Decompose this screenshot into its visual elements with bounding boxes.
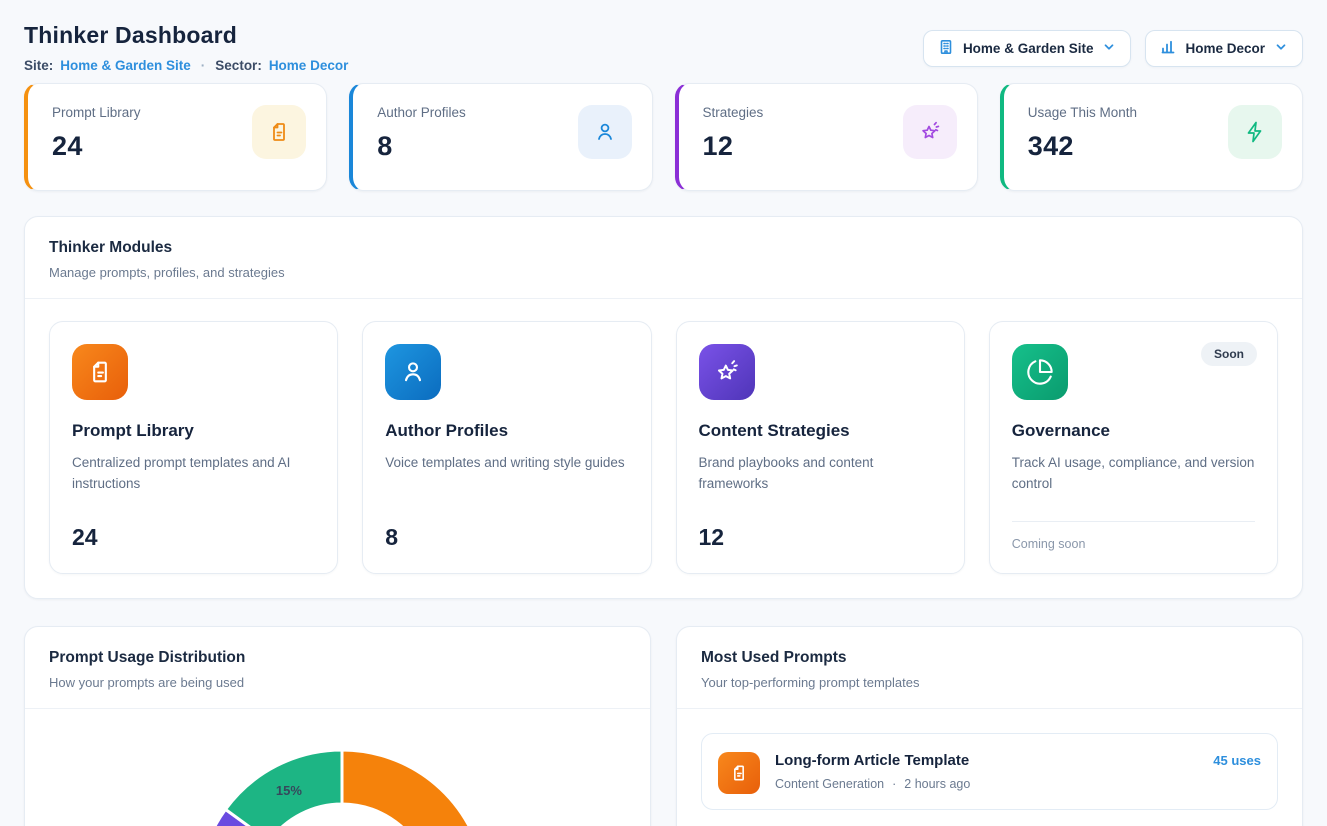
stat-value: 342 (1028, 131, 1137, 162)
module-card-governance[interactable]: Soon Governance Track AI usage, complian… (989, 321, 1278, 574)
header-actions: Home & Garden Site Home Decor (923, 30, 1303, 67)
donut-segment-1 (342, 750, 486, 826)
prompt-uses-badge: 45 uses (1213, 753, 1261, 768)
document-icon (718, 752, 760, 794)
usage-donut-chart: 45%25%15%15% (49, 709, 632, 826)
chevron-down-icon (1274, 40, 1288, 57)
stat-label: Author Profiles (377, 105, 466, 120)
stat-cards-row: Prompt Library 24 Author Profiles 8 (24, 83, 1303, 191)
module-title: Governance (1012, 421, 1255, 441)
document-icon (72, 344, 128, 400)
site-link[interactable]: Home & Garden Site (60, 58, 191, 73)
module-description: Track AI usage, compliance, and version … (1012, 453, 1255, 495)
prompt-category: Content Generation (775, 777, 884, 791)
chevron-down-icon (1102, 40, 1116, 57)
prompt-meta: Content Generation · 2 hours ago (775, 777, 1198, 791)
donut-segment-label: 15% (276, 783, 302, 798)
module-title: Content Strategies (699, 421, 942, 441)
modules-title: Thinker Modules (49, 239, 1278, 257)
module-title: Author Profiles (385, 421, 628, 441)
document-icon (252, 105, 306, 159)
thinker-modules-panel: Thinker Modules Manage prompts, profiles… (24, 216, 1303, 599)
stat-label: Prompt Library (52, 105, 141, 120)
stat-card-strategies: Strategies 12 (675, 83, 978, 191)
star-sparkle-icon (699, 344, 755, 400)
user-icon (385, 344, 441, 400)
prompt-time: 2 hours ago (904, 777, 970, 791)
module-description: Brand playbooks and content frameworks (699, 453, 942, 495)
sector-link[interactable]: Home Decor (269, 58, 349, 73)
module-card-content-strategies[interactable]: Content Strategies Brand playbooks and c… (676, 321, 965, 574)
star-sparkle-icon (903, 105, 957, 159)
usage-chart-subtitle: How your prompts are being used (49, 675, 626, 690)
usage-chart-header: Prompt Usage Distribution How your promp… (25, 627, 650, 708)
top-bar: Thinker Dashboard Site: Home & Garden Si… (24, 22, 1303, 73)
sector-selector-dropdown[interactable]: Home Decor (1145, 30, 1303, 67)
modules-subtitle: Manage prompts, profiles, and strategies (49, 265, 1278, 280)
module-card-prompt-library[interactable]: Prompt Library Centralized prompt templa… (49, 321, 338, 574)
stat-value: 8 (377, 131, 466, 162)
meta-separator: · (198, 58, 209, 73)
prompt-title: Long-form Article Template (775, 752, 1198, 769)
prompt-usage-panel: Prompt Usage Distribution How your promp… (24, 626, 651, 826)
prompt-list-item[interactable]: Long-form Article Template Content Gener… (701, 733, 1278, 810)
most-used-subtitle: Your top-performing prompt templates (701, 675, 1278, 690)
soon-badge: Soon (1201, 342, 1257, 366)
usage-chart-area: 45%25%15%15% (25, 709, 650, 826)
stat-value: 12 (703, 131, 764, 162)
module-description: Voice templates and writing style guides (385, 453, 628, 474)
stat-label: Strategies (703, 105, 764, 120)
bar-chart-icon (1160, 39, 1176, 58)
dashboard-page: Thinker Dashboard Site: Home & Garden Si… (0, 0, 1327, 826)
site-selector-dropdown[interactable]: Home & Garden Site (923, 30, 1132, 67)
header-left: Thinker Dashboard Site: Home & Garden Si… (24, 22, 348, 73)
building-icon (938, 39, 954, 58)
meta-separator: · (892, 777, 896, 791)
site-label: Site: (24, 58, 53, 73)
sector-selector-label: Home Decor (1185, 41, 1265, 56)
module-count: 8 (385, 524, 628, 551)
module-description: Centralized prompt templates and AI inst… (72, 453, 315, 495)
most-used-title: Most Used Prompts (701, 649, 1278, 667)
most-used-prompts-panel: Most Used Prompts Your top-performing pr… (676, 626, 1303, 826)
stat-card-usage: Usage This Month 342 (1000, 83, 1303, 191)
zap-icon (1228, 105, 1282, 159)
stat-value: 24 (52, 131, 141, 162)
prompt-list: Long-form Article Template Content Gener… (677, 709, 1302, 826)
stat-card-prompt-library: Prompt Library 24 (24, 83, 327, 191)
module-count: 12 (699, 524, 942, 551)
pie-chart-icon (1012, 344, 1068, 400)
stat-label: Usage This Month (1028, 105, 1137, 120)
modules-header: Thinker Modules Manage prompts, profiles… (25, 217, 1302, 298)
user-icon (578, 105, 632, 159)
module-title: Prompt Library (72, 421, 315, 441)
module-count: 24 (72, 524, 315, 551)
page-title: Thinker Dashboard (24, 22, 348, 49)
module-footer: Coming soon (1012, 521, 1255, 551)
sector-label: Sector: (215, 58, 262, 73)
site-selector-label: Home & Garden Site (963, 41, 1094, 56)
bottom-row: Prompt Usage Distribution How your promp… (24, 626, 1303, 826)
breadcrumb: Site: Home & Garden Site · Sector: Home … (24, 58, 348, 73)
modules-grid: Prompt Library Centralized prompt templa… (25, 299, 1302, 598)
module-card-author-profiles[interactable]: Author Profiles Voice templates and writ… (362, 321, 651, 574)
most-used-header: Most Used Prompts Your top-performing pr… (677, 627, 1302, 708)
stat-card-author-profiles: Author Profiles 8 (349, 83, 652, 191)
usage-chart-title: Prompt Usage Distribution (49, 649, 626, 667)
